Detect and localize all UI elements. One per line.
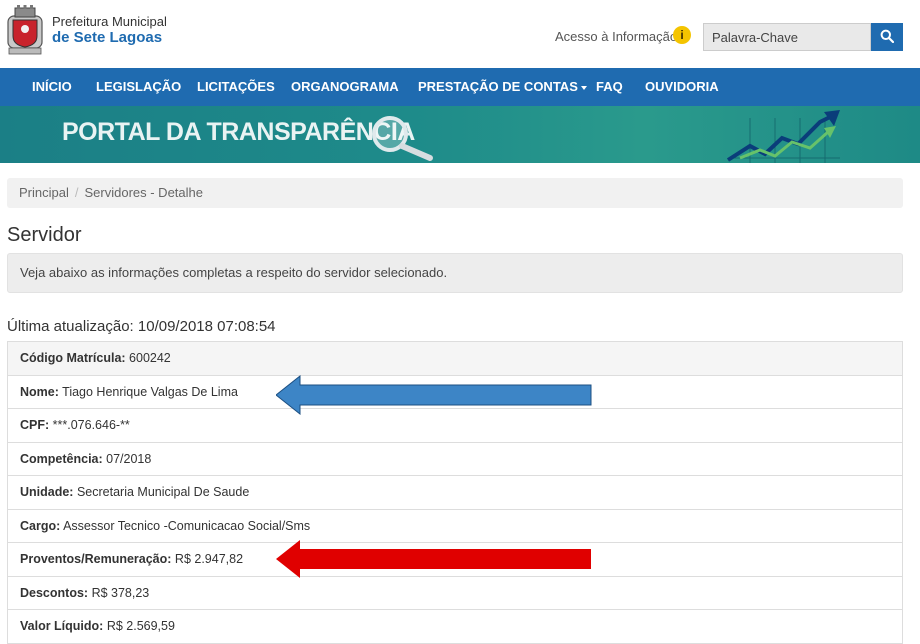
coat-of-arms-logo[interactable] (6, 4, 44, 56)
org-name-line1: Prefeitura Municipal (52, 14, 167, 29)
detail-label: Código Matrícula: (20, 351, 126, 365)
last-updated: Última atualização: 10/09/2018 07:08:54 (7, 318, 276, 335)
info-icon[interactable]: i (673, 26, 691, 44)
magnifier-icon (372, 116, 433, 161)
nav-item-legislacao[interactable]: LEGISLAÇÃO (96, 68, 181, 106)
detail-label: Unidade: (20, 485, 74, 499)
detail-value: Assessor Tecnico -Comunicacao Social/Sms (63, 518, 311, 533)
detail-value: Tiago Henrique Valgas De Lima (62, 384, 238, 399)
search-icon (880, 29, 895, 43)
nav-item-organograma[interactable]: ORGANOGRAMA (291, 68, 399, 106)
main-nav: INÍCIO LEGISLAÇÃO LICITAÇÕES ORGANOGRAMA… (0, 68, 920, 106)
detail-label: Competência: (20, 451, 103, 466)
detail-value: R$ 378,23 (91, 585, 150, 600)
detail-row-cargo: Cargo: Assessor Tecnico -Comunicacao Soc… (8, 510, 902, 543)
detail-value: 07/2018 (106, 451, 152, 466)
search-input[interactable] (703, 23, 871, 51)
org-name-line2: de Sete Lagoas (52, 29, 163, 46)
detail-value: ***.076.646-** (52, 418, 130, 432)
nav-item-label: PRESTAÇÃO DE CONTAS (418, 79, 578, 94)
info-alert: Veja abaixo as informações completas a r… (7, 253, 903, 293)
detail-label: Cargo: (20, 518, 61, 533)
nav-item-inicio[interactable]: INÍCIO (32, 68, 72, 106)
detail-value: R$ 2.947,82 (174, 552, 244, 566)
blue-arrow-annotation (276, 375, 592, 415)
detail-value: Secretaria Municipal De Saude (76, 485, 250, 499)
detail-row-matricula: Código Matrícula: 600242 (8, 342, 902, 376)
chevron-down-icon (580, 85, 587, 90)
detail-value: 600242 (129, 351, 171, 365)
detail-value: R$ 2.569,59 (106, 619, 175, 633)
transparency-banner: PORTAL DA TRANSPARÊNCIA (0, 106, 920, 163)
detail-label: Descontos: (20, 585, 89, 600)
red-arrow-annotation (276, 540, 591, 578)
detail-row-valor-liquido: Valor Líquido: R$ 2.569,59 (8, 610, 902, 644)
page-title: Servidor (7, 224, 82, 246)
nav-item-faq[interactable]: FAQ (596, 68, 623, 106)
breadcrumb: Principal / Servidores - Detalhe (7, 178, 903, 208)
detail-label: Proventos/Remuneração: (20, 552, 172, 566)
detail-label: Nome: (20, 384, 59, 399)
detail-label: Valor Líquido: (20, 619, 104, 633)
detail-label: CPF: (20, 418, 50, 432)
detail-row-descontos: Descontos: R$ 378,23 (8, 577, 902, 610)
site-header: Prefeitura Municipal de Sete Lagoas Aces… (0, 0, 920, 68)
detail-row-competencia: Competência: 07/2018 (8, 443, 902, 476)
nav-item-licitacoes[interactable]: LICITAÇÕES (197, 68, 275, 106)
nav-item-prestacao-de-contas[interactable]: PRESTAÇÃO DE CONTAS (418, 68, 587, 106)
search-button[interactable] (871, 23, 903, 51)
breadcrumb-current: Servidores - Detalhe (84, 185, 203, 200)
breadcrumb-home-link[interactable]: Principal (19, 185, 69, 200)
growth-chart-icon (726, 110, 840, 163)
access-information-link[interactable]: Acesso à Informação (555, 29, 677, 44)
breadcrumb-separator: / (74, 185, 79, 200)
banner-title: PORTAL DA TRANSPARÊNCIA (62, 118, 415, 146)
detail-row-unidade: Unidade: Secretaria Municipal De Saude (8, 476, 902, 510)
nav-item-ouvidoria[interactable]: OUVIDORIA (645, 68, 719, 106)
